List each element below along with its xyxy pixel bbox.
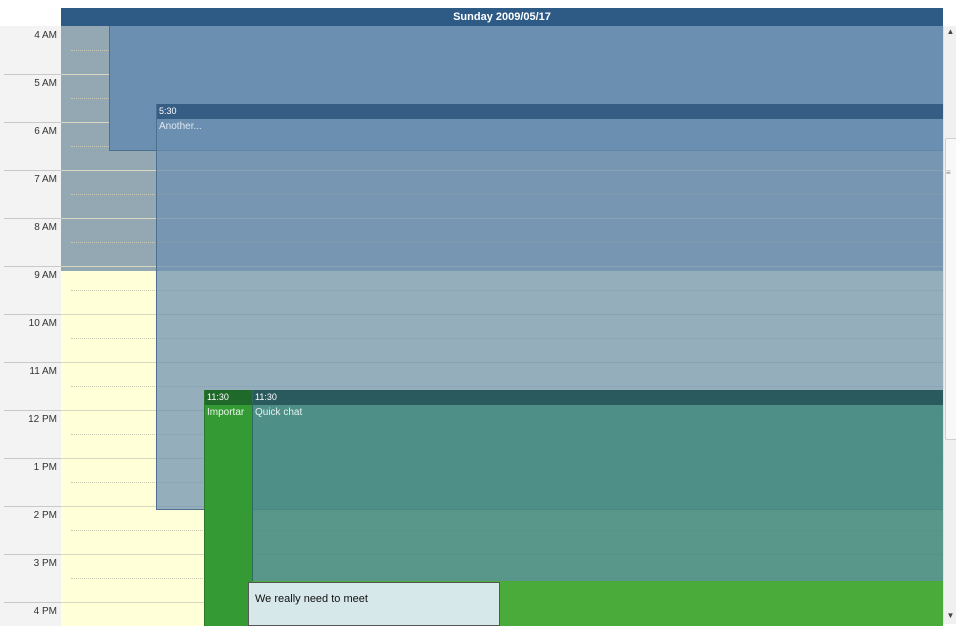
hour-label: 5 AM [34,78,57,89]
calendar-event-important[interactable]: 11:30 Importar [204,390,252,626]
calendar-day-view: Sunday 2009/05/17 4 AM 5 AM 6 AM 7 AM 8 … [0,0,956,626]
scroll-thumb[interactable] [945,138,956,440]
header-gutter [0,8,61,26]
hour-divider [4,314,61,315]
scroll-up-arrow-icon[interactable]: ▲ [944,26,956,38]
hour-divider [4,266,61,267]
hour-divider [4,410,61,411]
hour-label: 2 PM [33,510,57,521]
scroll-down-arrow-icon[interactable]: ▼ [944,610,956,622]
hour-divider [4,122,61,123]
vertical-scrollbar[interactable]: ▲ ≡ ▼ [943,26,956,624]
hour-divider [4,362,61,363]
hour-divider [4,602,61,603]
hour-label: 3 PM [33,558,57,569]
event-title: Another... [159,121,202,132]
event-title: Importar [207,407,245,418]
hour-divider [4,458,61,459]
scroll-grip-icon: ≡ [946,168,951,177]
hour-divider [4,74,61,75]
event-tooltip: We really need to meet [248,582,500,626]
hour-label: 11 AM [29,366,57,377]
hour-label: 10 AM [28,318,57,329]
hour-divider [4,506,61,507]
event-time: 11:30 [205,390,252,405]
hour-divider [4,554,61,555]
calendar-event-quick-chat[interactable]: 11:30 Quick chat [252,390,943,581]
day-header[interactable]: Sunday 2009/05/17 [61,8,943,26]
hour-divider [4,218,61,219]
hour-label: 6 AM [34,126,57,137]
hour-label: 12 PM [28,414,57,425]
hour-divider [4,170,61,171]
hour-label: 8 AM [34,222,57,233]
event-time: 11:30 [253,390,943,405]
hour-label: 1 PM [33,462,57,473]
hour-label: 9 AM [34,270,57,281]
hour-label: 4 PM [33,606,57,617]
day-column[interactable]: 5:30 Another... 11:30 Importar 11:30 Qui… [61,26,943,626]
hour-label: 7 AM [34,174,57,185]
event-title: Quick chat [255,407,303,418]
event-time: 5:30 [157,104,943,119]
hour-label: 4 AM [34,30,57,41]
hour-gutter: 4 AM 5 AM 6 AM 7 AM 8 AM 9 AM 10 AM 11 A… [0,26,62,626]
